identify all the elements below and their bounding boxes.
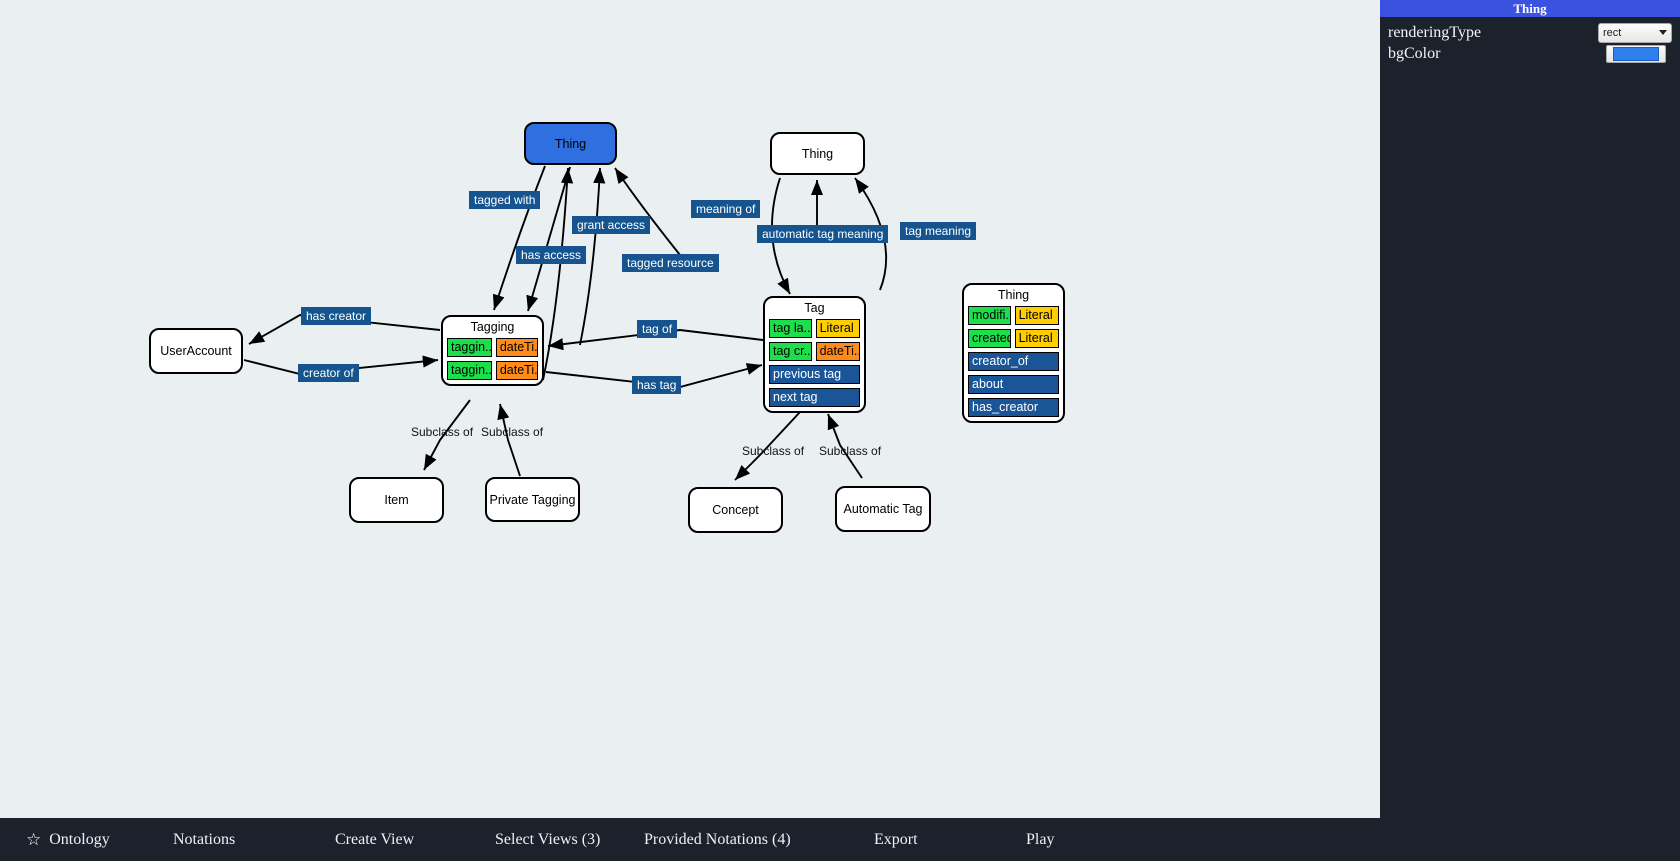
attribute-row: taggin...dateTi... xyxy=(447,338,538,357)
attribute-row: tag cr... dateTi... xyxy=(769,342,860,361)
property-label-renderingtype: renderingType xyxy=(1388,23,1482,41)
edge-label[interactable]: grant access xyxy=(572,216,651,234)
node-useraccount[interactable]: UserAccount xyxy=(149,328,243,374)
edge-label[interactable]: has access xyxy=(516,246,587,264)
attribute-row: tag la... Literal xyxy=(769,319,860,338)
node-label: Thing xyxy=(801,146,834,161)
menu-item-ontology[interactable]: ☆ Ontology xyxy=(26,831,110,849)
diagram-canvas[interactable]: Thing Thing UserAccount Item Private Tagging… xyxy=(0,0,1380,818)
attribute-row: creator_of xyxy=(968,352,1059,371)
attribute-row: has_creator xyxy=(968,398,1059,417)
menu-item-label: Play xyxy=(1026,830,1055,848)
property-control-bgcolor xyxy=(1594,44,1672,63)
node-label: Automatic Tag xyxy=(843,502,923,516)
edge-label[interactable]: meaning of xyxy=(691,200,761,218)
edge-label[interactable]: has creator xyxy=(301,307,372,325)
bottom-menubar: ☆ Ontology Notations Create View Select View… xyxy=(0,818,1680,861)
class-node-title: Thing xyxy=(997,288,1030,302)
attribute-row: created Literal xyxy=(968,329,1059,348)
node-automatic-tag[interactable]: Automatic Tag xyxy=(835,486,931,532)
attribute-row: previous tag xyxy=(769,365,860,384)
node-thing-left[interactable]: Thing xyxy=(524,122,617,165)
property-row-list: renderingType rect bgColor xyxy=(1380,17,1680,64)
edge-label[interactable]: has tag xyxy=(632,376,682,394)
renderingtype-select-value: rect xyxy=(1603,26,1622,39)
property-panel-title: Thing xyxy=(1380,0,1680,17)
subclass-label: Subclass of xyxy=(411,425,474,439)
node-private-tagging[interactable]: Private Tagging xyxy=(485,477,580,522)
node-label: Concept xyxy=(712,503,759,517)
diagram-edges xyxy=(243,165,888,481)
menu-item-notations[interactable]: Notations xyxy=(173,831,235,849)
class-node-thing-legend[interactable]: Thingmodifi...LiteralcreatedLiteralcreat… xyxy=(962,283,1065,423)
menu-item-label: Ontology xyxy=(49,830,110,848)
bgcolor-picker[interactable] xyxy=(1606,44,1666,63)
menu-item-provided-notations-4[interactable]: Provided Notations (4) xyxy=(644,831,791,849)
node-label: UserAccount xyxy=(160,344,232,358)
attribute-cell[interactable]: dateTi... xyxy=(495,361,538,380)
attribute-cell[interactable]: Literal xyxy=(815,319,860,338)
star-icon: ☆ xyxy=(26,830,42,849)
class-node-attributes: taggin...dateTi...taggin...dateTi... xyxy=(443,338,542,384)
attribute-cell[interactable]: has_creator xyxy=(968,398,1059,417)
attribute-row: modifi...Literal xyxy=(968,306,1059,325)
attribute-cell[interactable]: Literal xyxy=(1014,329,1059,348)
bgcolor-swatch xyxy=(1613,46,1659,61)
subclass-label: Subclass of xyxy=(819,444,882,458)
node-item[interactable]: Item xyxy=(349,477,444,523)
node-label: Item xyxy=(384,493,409,507)
edge-label[interactable]: automatic tag meaning xyxy=(757,225,889,243)
attribute-cell[interactable]: taggin... xyxy=(447,338,492,357)
edge-label[interactable]: creator of xyxy=(298,364,359,382)
attribute-cell[interactable]: Literal xyxy=(1014,306,1059,325)
node-label: Thing xyxy=(554,136,587,151)
attribute-row: taggin...dateTi... xyxy=(447,361,538,380)
attribute-cell[interactable]: tag la... xyxy=(769,319,812,338)
edge-label[interactable]: tagged resource xyxy=(622,254,719,272)
node-concept[interactable]: Concept xyxy=(688,487,783,533)
menu-item-play[interactable]: Play xyxy=(1026,831,1054,849)
class-node-tagging[interactable]: Taggingtaggin...dateTi...taggin...dateTi… xyxy=(441,315,544,386)
attribute-cell[interactable]: previous tag xyxy=(769,365,860,384)
renderingtype-select[interactable]: rect xyxy=(1598,22,1672,43)
menu-item-create-view[interactable]: Create View xyxy=(335,831,414,849)
class-node-title: Tag xyxy=(804,301,825,315)
subclass-label: Subclass of xyxy=(481,425,544,439)
menu-item-label: Select Views (3) xyxy=(495,830,601,848)
menu-item-label: Notations xyxy=(173,830,236,848)
property-panel: Thing renderingType rect bgColor xyxy=(1380,0,1680,818)
class-node-attributes: modifi...LiteralcreatedLiteralcreator_of… xyxy=(964,306,1063,421)
edge-label[interactable]: tag meaning xyxy=(900,222,977,240)
node-thing-right[interactable]: Thing xyxy=(770,132,865,175)
menu-item-export[interactable]: Export xyxy=(874,831,918,849)
class-node-tag[interactable]: Tag tag la... Literal tag cr... dateTi... pre… xyxy=(763,296,866,413)
attribute-cell[interactable]: next tag xyxy=(769,388,860,407)
class-node-title: Tagging xyxy=(470,320,515,334)
node-label: Private Tagging xyxy=(489,492,576,507)
subclass-label: Subclass of xyxy=(742,444,805,458)
menu-item-label: Export xyxy=(874,830,918,848)
menu-item-label: Create View xyxy=(335,830,415,848)
edge-label[interactable]: tagged with xyxy=(469,191,541,209)
menu-item-label: Provided Notations (4) xyxy=(644,830,791,848)
attribute-cell[interactable]: dateTi... xyxy=(815,342,860,361)
attribute-cell[interactable]: modifi... xyxy=(968,306,1011,325)
attribute-cell[interactable]: dateTi... xyxy=(495,338,538,357)
attribute-cell[interactable]: created xyxy=(968,329,1011,348)
attribute-cell[interactable]: tag cr... xyxy=(769,342,812,361)
application-window: Thing Thing UserAccount Item Private Tagging… xyxy=(0,0,1680,861)
property-row-renderingtype: renderingType rect xyxy=(1388,22,1672,43)
attribute-cell[interactable]: taggin... xyxy=(447,361,492,380)
property-row-bgcolor: bgColor xyxy=(1388,43,1672,64)
attribute-row: about xyxy=(968,375,1059,394)
property-control-renderingtype: rect xyxy=(1594,22,1672,43)
menu-item-select-views-3[interactable]: Select Views (3) xyxy=(495,831,600,849)
attribute-cell[interactable]: creator_of xyxy=(968,352,1059,371)
class-node-attributes: tag la... Literal tag cr... dateTi... previo… xyxy=(765,319,864,411)
attribute-row: next tag xyxy=(769,388,860,407)
property-label-bgcolor: bgColor xyxy=(1388,44,1441,62)
edge-label[interactable]: tag of xyxy=(637,320,678,338)
chevron-down-icon xyxy=(1659,30,1667,35)
attribute-cell[interactable]: about xyxy=(968,375,1059,394)
